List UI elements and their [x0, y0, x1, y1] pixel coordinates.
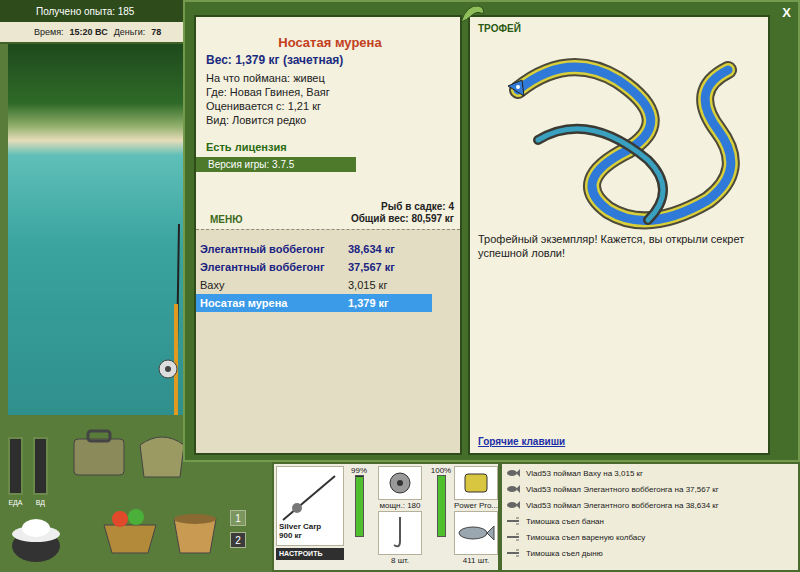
- catch-weight: 3,015 кг: [348, 279, 387, 291]
- rod-name: Silver Carp: [279, 522, 321, 531]
- license: Есть лицензия: [206, 141, 454, 153]
- rod-icon: [8, 44, 183, 415]
- fish-detail: Оценивается с: 1,21 кг: [206, 99, 454, 113]
- event-log: Vlad53 поймал Ваху на 3,015 кг Vlad53 пой…: [500, 462, 800, 572]
- page-button[interactable]: 2: [230, 532, 246, 548]
- bag-icon: [134, 425, 190, 481]
- rod-condition: 99%: [351, 466, 367, 475]
- catch-row[interactable]: Ваху3,015 кг: [196, 276, 432, 294]
- reel-power: мощн.: 180: [380, 501, 421, 510]
- gauge: ЕДА: [8, 437, 23, 506]
- menu-button[interactable]: МЕНЮ: [210, 214, 243, 225]
- money: 78: [151, 27, 161, 37]
- log-text: Vlad53 поймал Ваху на 3,015 кг: [526, 469, 643, 478]
- log-text: Тимошка съел дыню: [526, 549, 603, 558]
- rod-slot[interactable]: Silver Carp900 кг: [276, 466, 344, 546]
- log-entry: Vlad53 поймал Ваху на 3,015 кг: [506, 465, 794, 481]
- line-slot[interactable]: [454, 466, 498, 500]
- keepnet-weight: Общий вес: 80,597 кг: [351, 213, 454, 225]
- fish-weight: Вес: 1,379 кг (зачетная): [206, 53, 454, 67]
- log-entry: Тимошка съел вареную колбасу: [506, 529, 794, 545]
- gauge-track: [33, 437, 48, 495]
- hooks-count: 8 шт.: [391, 556, 409, 565]
- trophy-message: Трофейный экземпляр! Кажется, вы открыли…: [478, 232, 760, 260]
- fish-detail: Вид: Ловится редко: [206, 113, 454, 127]
- reel-condition-fill: [438, 476, 445, 536]
- pot-icon: [8, 512, 64, 564]
- setup-button[interactable]: НАСТРОИТЬ: [276, 548, 344, 560]
- gauge-label: ЕДА: [8, 499, 22, 506]
- bait-fish-icon: [457, 521, 495, 545]
- gauge: ВД: [33, 437, 48, 506]
- reel-icon: [385, 469, 415, 497]
- trophy-badge: ТРОФЕЙ: [478, 23, 760, 34]
- fork-icon: [506, 516, 520, 526]
- fish-icon: [506, 500, 520, 510]
- catch-row[interactable]: Элегантный воббегонг38,634 кг: [196, 240, 432, 258]
- log-entry: Vlad53 поймал Элегантного воббегонга на …: [506, 497, 794, 513]
- bucket-icon: [166, 501, 224, 557]
- log-text: Тимошка съел вареную колбасу: [526, 533, 645, 542]
- catch-name: Ваху: [200, 279, 348, 291]
- lizard-logo-icon: [457, 0, 487, 26]
- hud: Получено опыта: 185 Время: 15:20 ВС Деньги:…: [0, 0, 183, 44]
- fish-name: Носатая мурена: [206, 35, 454, 50]
- hotkeys-link[interactable]: Горячие клавиши: [478, 436, 760, 447]
- log-text: Vlad53 поймал Элегантного воббегонга на …: [526, 485, 719, 494]
- experience: Получено опыта: 185: [36, 6, 134, 17]
- reel-condition: 100%: [431, 466, 451, 475]
- catch-name: Элегантный воббегонг: [200, 261, 348, 273]
- keepnet-summary: Рыб в садке: 4Общий вес: 80,597 кг: [351, 201, 454, 225]
- gauge-track: [8, 437, 23, 495]
- catch-dialog: XНосатая муренаВес: 1,379 кг (зачетная)Н…: [183, 0, 800, 462]
- bait-slot[interactable]: [454, 511, 498, 555]
- time: 15:20 ВС: [70, 27, 108, 37]
- line-name: Power Pro...: [454, 501, 498, 510]
- hook-icon: [388, 515, 412, 551]
- catch-list: Элегантный воббегонг38,634 кгЭлегантный …: [196, 229, 460, 453]
- fork-icon: [506, 532, 520, 542]
- line-spool-icon: [461, 470, 491, 496]
- moray-eel-picture: [478, 40, 760, 230]
- catch-weight: 38,634 кг: [348, 243, 395, 255]
- rod-condition-fill: [356, 477, 363, 536]
- keepnet-count: Рыб в садке: 4: [351, 201, 454, 213]
- gauge-label: ВД: [36, 499, 45, 506]
- rod-load: 900 кг: [279, 531, 302, 540]
- catch-weight: 1,379 кг: [348, 297, 389, 309]
- log-text: Тимошка съел банан: [526, 517, 604, 526]
- hook-slot[interactable]: [378, 511, 422, 555]
- rod-condition-bar: [355, 475, 364, 537]
- log-entry: Тимошка съел дыню: [506, 545, 794, 561]
- page-button[interactable]: 1: [230, 510, 246, 526]
- fish-detail: На что поймана: живец: [206, 71, 454, 85]
- catch-name: Носатая мурена: [200, 297, 348, 309]
- close-button[interactable]: X: [782, 5, 791, 20]
- catch-weight: 37,567 кг: [348, 261, 395, 273]
- rod-icon: [279, 472, 339, 522]
- trophy-panel: ТРОФЕЙ Трофейный экземпляр! Кажется, вы о…: [468, 15, 770, 455]
- time-label: Время:: [34, 27, 64, 37]
- catch-row[interactable]: Носатая мурена1,379 кг: [196, 294, 432, 312]
- log-entry: Тимошка съел банан: [506, 513, 794, 529]
- game-version: Версия игры: 3.7.5: [196, 157, 356, 172]
- food-basket-icon: [100, 501, 160, 557]
- bait-count: 411 шт.: [463, 556, 489, 565]
- reel-slot[interactable]: [378, 466, 422, 500]
- fork-icon: [506, 548, 520, 558]
- fish-icon: [506, 468, 520, 478]
- catch-name: Элегантный воббегонг: [200, 243, 348, 255]
- tackle-panel: Silver Carp900 кг НАСТРОИТЬ 99% мощн.: 180 8…: [272, 462, 500, 572]
- money-label: Деньги:: [114, 27, 146, 37]
- log-text: Vlad53 поймал Элегантного воббегонга на …: [526, 501, 719, 510]
- catch-row[interactable]: Элегантный воббегонг37,567 кг: [196, 258, 432, 276]
- reel-condition-bar: [437, 475, 446, 537]
- log-entry: Vlad53 поймал Элегантного воббегонга на …: [506, 481, 794, 497]
- fish-info-panel: Носатая мурена Вес: 1,379 кг (зачетная) На…: [194, 15, 462, 455]
- fish-detail: Где: Новая Гвинея, Ваяг: [206, 85, 454, 99]
- fish-icon: [506, 484, 520, 494]
- tackle-box-icon: [70, 425, 128, 481]
- fishing-scene[interactable]: [8, 44, 183, 415]
